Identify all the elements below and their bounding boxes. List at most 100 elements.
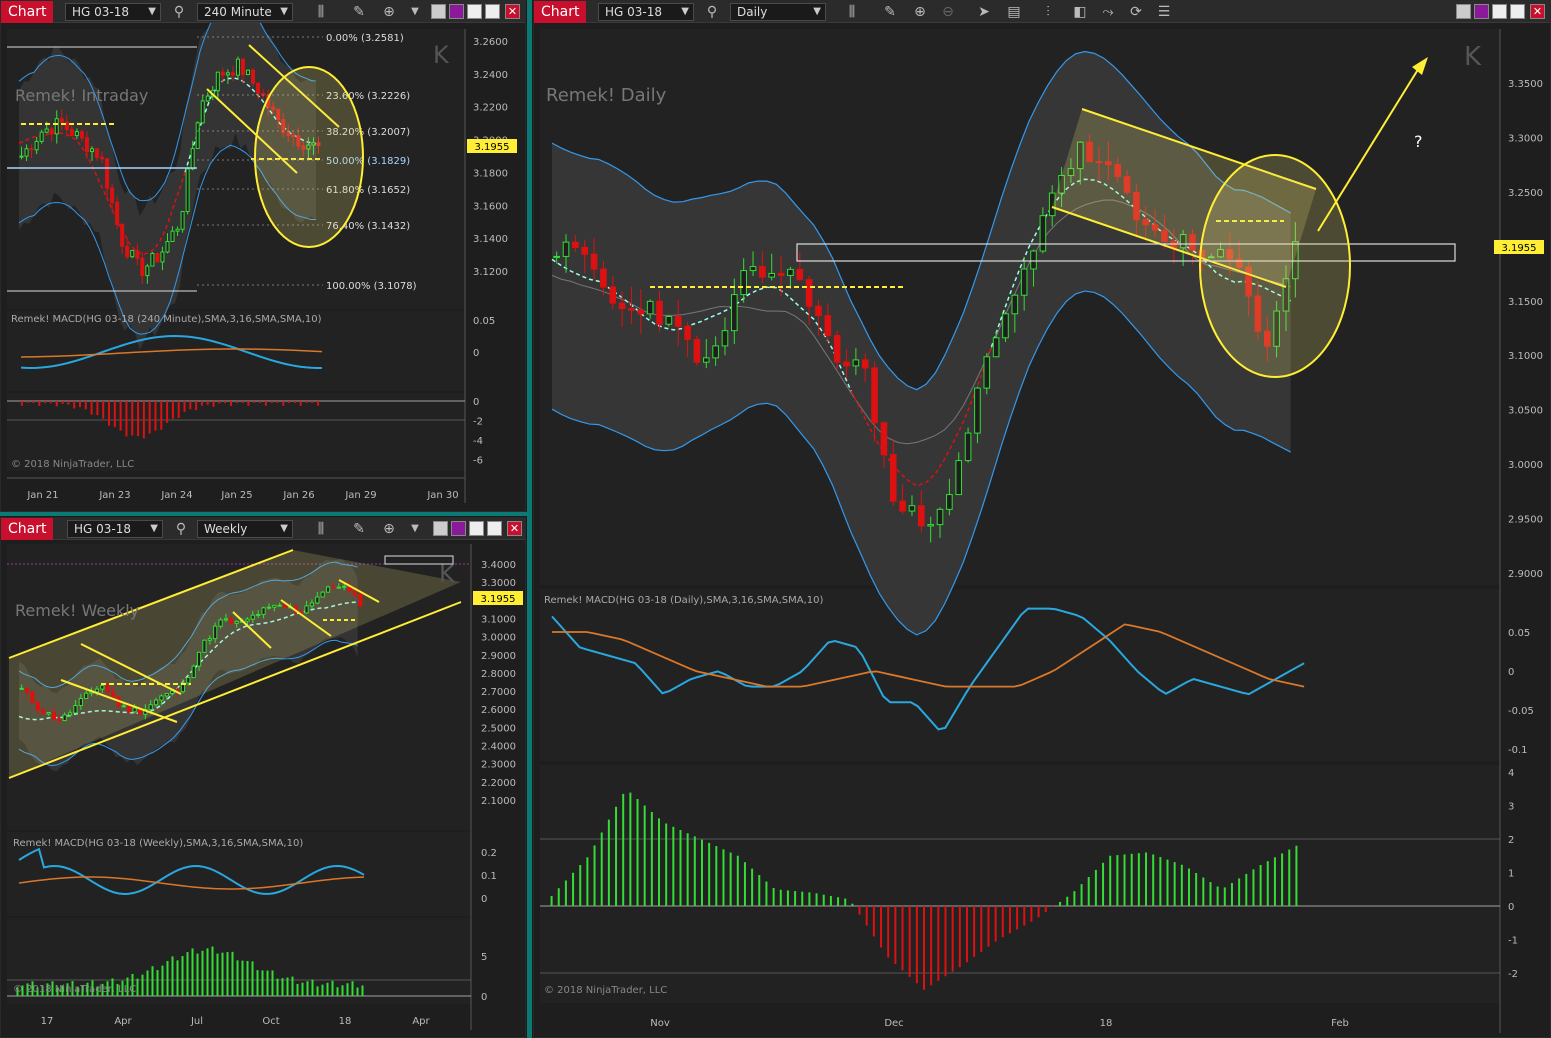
intraday-interval-select[interactable]: 240 Minute ▼ [197, 3, 293, 21]
weekly-candle [148, 704, 153, 711]
search-icon[interactable]: ⚲ [702, 3, 722, 21]
daily-candle [843, 361, 850, 367]
weekly-chart-tab[interactable]: Chart [1, 518, 54, 540]
refresh-icon[interactable]: ⟳ [1126, 3, 1146, 21]
intraday-candle [29, 148, 34, 151]
time-axis-label: Jan 24 [160, 490, 192, 501]
histogram-tick-label: 0 [473, 397, 479, 408]
chart-watermark: Remek! Weekly [15, 601, 139, 620]
daily-candle [562, 241, 570, 257]
weekly-interval-select[interactable]: Weekly ▼ [197, 520, 293, 538]
fib-label: 0.00% (3.2581) [326, 33, 404, 44]
maximize-button[interactable] [1510, 4, 1525, 19]
ninjatrader-logo-icon: K [439, 560, 456, 588]
weekly-chart-window: Chart HG 03-18 ▼ ⚲ Weekly ▼ ⫼ ✎ ⊕ ▼ ✕ 3.40… [0, 517, 526, 1038]
window-color-button[interactable] [433, 521, 448, 536]
weekly-candle [24, 687, 30, 693]
zoom-icon[interactable]: ⊕ [379, 520, 399, 538]
intraday-instrument-select[interactable]: HG 03-18 ▼ [65, 3, 161, 21]
properties-list-icon[interactable]: ☰ [1154, 3, 1174, 21]
weekly-toolbar: Chart HG 03-18 ▼ ⚲ Weekly ▼ ⫼ ✎ ⊕ ▼ ✕ [1, 518, 525, 540]
histogram-tick-label: -2 [1508, 969, 1518, 980]
macd-tick-label: 0 [1508, 667, 1514, 678]
chevron-down-icon: ▼ [150, 523, 158, 534]
macd-tick-label: 0.05 [1508, 628, 1530, 639]
weekly-candle [261, 607, 266, 615]
pointer-icon[interactable]: ➤ [974, 3, 994, 21]
chevron-down-icon[interactable]: ▼ [405, 520, 425, 538]
daily-candle [899, 500, 906, 512]
drawing-tools-icon[interactable]: ⤳ [1098, 3, 1118, 21]
search-icon[interactable]: ⚲ [169, 3, 189, 21]
vertical-splitter[interactable] [527, 0, 532, 1038]
window-link-button[interactable] [451, 521, 466, 536]
intraday-candle [100, 156, 105, 160]
close-button[interactable]: ✕ [505, 4, 520, 19]
intraday-candle [130, 249, 135, 258]
price-tick-label: 3.2400 [473, 70, 508, 81]
zoom-icon[interactable]: ⊕ [379, 3, 399, 21]
weekly-candle [78, 697, 83, 706]
daily-candle [665, 315, 673, 325]
search-icon[interactable]: ⚲ [171, 520, 191, 538]
intraday-candle [74, 131, 79, 137]
intraday-chart-tab[interactable]: Chart [1, 1, 54, 23]
zoom-in-icon[interactable]: ⊕ [910, 3, 930, 21]
bar-type-icon[interactable]: ⫼ [311, 520, 331, 538]
maximize-button[interactable] [485, 4, 500, 19]
close-button[interactable]: ✕ [507, 521, 522, 536]
weekly-candle [46, 712, 51, 715]
daily-candle [796, 268, 804, 281]
price-tick-label: 3.3000 [481, 578, 516, 589]
weekly-candle [320, 591, 325, 598]
daily-chart-area: 3.35003.30003.25003.20003.15003.10003.05… [540, 29, 1544, 1033]
daily-chart-tab[interactable]: Chart [534, 1, 587, 23]
chevron-down-icon[interactable]: ▼ [405, 3, 425, 21]
weekly-candle [73, 704, 78, 714]
weekly-candle [250, 614, 255, 620]
window-color-button[interactable] [431, 4, 446, 19]
zoom-out-icon[interactable]: ⊖ [938, 3, 958, 21]
window-color-button[interactable] [1456, 4, 1471, 19]
weekly-candle [342, 585, 347, 588]
histogram-tick-label: 2 [1508, 835, 1514, 846]
data-box-icon[interactable]: ▤ [1004, 3, 1024, 21]
weekly-instrument-select[interactable]: HG 03-18 ▼ [67, 520, 163, 538]
daily-candle [871, 367, 878, 424]
daily-candle [833, 334, 841, 363]
maximize-button[interactable] [487, 521, 502, 536]
horizontal-splitter[interactable] [0, 512, 527, 516]
intraday-candle [200, 100, 205, 124]
copyright-label: © 2018 NinjaTrader, LLC [544, 985, 667, 996]
minimize-button[interactable] [1492, 4, 1507, 19]
bar-type-icon[interactable]: ⫼ [842, 3, 862, 21]
weekly-candle [315, 596, 320, 604]
daily-interval-select[interactable]: Daily ▼ [730, 3, 826, 21]
weekly-candle [207, 638, 212, 641]
intraday-candle [34, 140, 39, 151]
weekly-candle [35, 702, 40, 711]
window-link-button[interactable] [449, 4, 464, 19]
weekly-candle [41, 709, 46, 715]
minimize-button[interactable] [467, 4, 482, 19]
time-axis-label: Jan 23 [98, 490, 130, 501]
daily-instrument-select[interactable]: HG 03-18 ▼ [598, 3, 694, 21]
intraday-candle [205, 95, 210, 102]
weekly-candle [62, 714, 67, 722]
indicators-icon[interactable]: ⫶ [1038, 3, 1058, 21]
draw-pencil-icon[interactable]: ✎ [880, 3, 900, 21]
price-tick-label: 2.9500 [1508, 515, 1543, 526]
histogram-tick-label: 0 [481, 992, 487, 1003]
strategies-icon[interactable]: ◧ [1070, 3, 1090, 21]
histogram-tick-label: 1 [1508, 869, 1514, 880]
daily-candle [974, 387, 981, 434]
draw-pencil-icon[interactable]: ✎ [349, 3, 369, 21]
minimize-button[interactable] [469, 521, 484, 536]
close-button[interactable]: ✕ [1530, 4, 1545, 19]
chevron-down-icon: ▼ [681, 6, 689, 17]
draw-pencil-icon[interactable]: ✎ [349, 520, 369, 538]
time-axis-label: Dec [884, 1018, 903, 1029]
weekly-candle [57, 718, 62, 722]
window-link-button[interactable] [1474, 4, 1489, 19]
bar-type-icon[interactable]: ⫼ [311, 3, 331, 21]
